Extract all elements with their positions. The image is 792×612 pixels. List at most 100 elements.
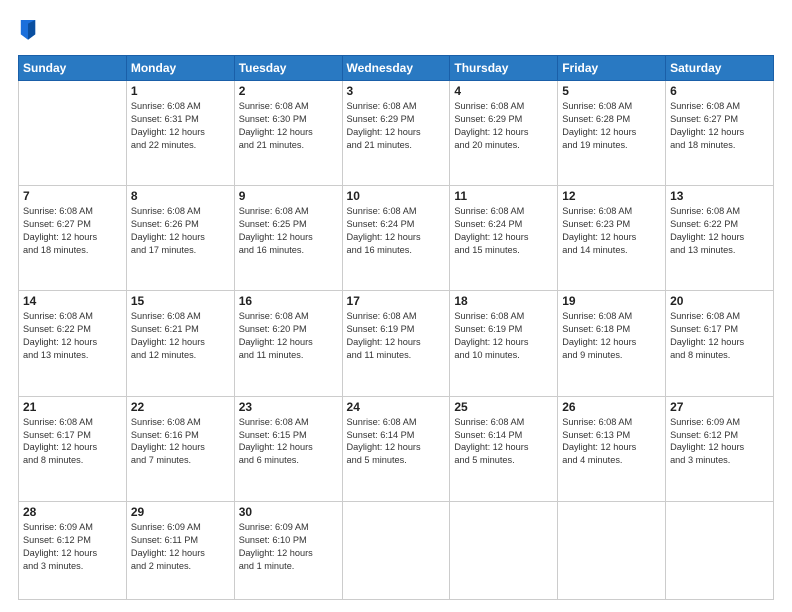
day-number: 23 <box>239 400 338 414</box>
calendar-cell: 13 Sunrise: 6:08 AMSunset: 6:22 PMDayligh… <box>666 186 774 291</box>
cell-info: Sunrise: 6:08 AMSunset: 6:17 PMDaylight:… <box>23 416 122 468</box>
cell-info: Sunrise: 6:09 AMSunset: 6:11 PMDaylight:… <box>131 521 230 573</box>
cell-info: Sunrise: 6:08 AMSunset: 6:20 PMDaylight:… <box>239 310 338 362</box>
cell-info: Sunrise: 6:08 AMSunset: 6:15 PMDaylight:… <box>239 416 338 468</box>
calendar-week-3: 14Sunrise: 6:08 AMSunset: 6:22 PMDayligh… <box>19 291 774 396</box>
calendar-cell: 21 Sunrise: 6:08 AMSunset: 6:17 PMDayligh… <box>19 396 127 501</box>
day-header-wednesday: Wednesday <box>342 56 450 81</box>
day-number: 2 <box>239 84 338 98</box>
calendar-cell: 24Sunrise: 6:08 AMSunset: 6:14 PMDayligh… <box>342 396 450 501</box>
day-number: 21 <box>23 400 122 414</box>
logo <box>18 18 39 45</box>
calendar-cell: 26 Sunrise: 6:08 AMSunset: 6:13 PMDayligh… <box>558 396 666 501</box>
calendar-cell <box>450 501 558 599</box>
day-number: 19 <box>562 294 661 308</box>
calendar-cell: 20 Sunrise: 6:08 AMSunset: 6:17 PMDayligh… <box>666 291 774 396</box>
cell-info: Sunrise: 6:08 AMSunset: 6:27 PMDaylight:… <box>23 205 122 257</box>
calendar-cell <box>666 501 774 599</box>
calendar-cell: 7 Sunrise: 6:08 AMSunset: 6:27 PMDaylight… <box>19 186 127 291</box>
day-number: 10 <box>347 189 446 203</box>
cell-info: Sunrise: 6:08 AMSunset: 6:19 PMDaylight:… <box>454 310 553 362</box>
day-number: 28 <box>23 505 122 519</box>
cell-info: Sunrise: 6:08 AMSunset: 6:24 PMDaylight:… <box>454 205 553 257</box>
cell-info: Sunrise: 6:08 AMSunset: 6:13 PMDaylight:… <box>562 416 661 468</box>
cell-info: Sunrise: 6:08 AMSunset: 6:25 PMDaylight:… <box>239 205 338 257</box>
calendar-cell: 6Sunrise: 6:08 AMSunset: 6:27 PMDaylight… <box>666 81 774 186</box>
cell-info: Sunrise: 6:09 AMSunset: 6:12 PMDaylight:… <box>23 521 122 573</box>
calendar-cell: 4 Sunrise: 6:08 AMSunset: 6:29 PMDaylight… <box>450 81 558 186</box>
calendar-cell: 23 Sunrise: 6:08 AMSunset: 6:15 PMDayligh… <box>234 396 342 501</box>
cell-info: Sunrise: 6:08 AMSunset: 6:29 PMDaylight:… <box>454 100 553 152</box>
calendar-cell: 10 Sunrise: 6:08 AMSunset: 6:24 PMDayligh… <box>342 186 450 291</box>
calendar-cell: 17 Sunrise: 6:08 AMSunset: 6:19 PMDayligh… <box>342 291 450 396</box>
cell-info: Sunrise: 6:08 AMSunset: 6:17 PMDaylight:… <box>670 310 769 362</box>
calendar-cell <box>19 81 127 186</box>
day-number: 27 <box>670 400 769 414</box>
day-header-tuesday: Tuesday <box>234 56 342 81</box>
calendar-cell <box>558 501 666 599</box>
cell-info: Sunrise: 6:08 AMSunset: 6:24 PMDaylight:… <box>347 205 446 257</box>
day-number: 1 <box>131 84 230 98</box>
calendar-header-row: SundayMondayTuesdayWednesdayThursdayFrid… <box>19 56 774 81</box>
cell-info: Sunrise: 6:08 AMSunset: 6:30 PMDaylight:… <box>239 100 338 152</box>
day-number: 22 <box>131 400 230 414</box>
cell-info: Sunrise: 6:08 AMSunset: 6:26 PMDaylight:… <box>131 205 230 257</box>
calendar-cell <box>342 501 450 599</box>
day-number: 13 <box>670 189 769 203</box>
calendar-cell: 3 Sunrise: 6:08 AMSunset: 6:29 PMDaylight… <box>342 81 450 186</box>
day-number: 7 <box>23 189 122 203</box>
calendar-week-4: 21 Sunrise: 6:08 AMSunset: 6:17 PMDayligh… <box>19 396 774 501</box>
day-header-thursday: Thursday <box>450 56 558 81</box>
calendar-cell: 28 Sunrise: 6:09 AMSunset: 6:12 PMDayligh… <box>19 501 127 599</box>
day-number: 18 <box>454 294 553 308</box>
day-number: 30 <box>239 505 338 519</box>
cell-info: Sunrise: 6:08 AMSunset: 6:19 PMDaylight:… <box>347 310 446 362</box>
calendar-cell: 19Sunrise: 6:08 AMSunset: 6:18 PMDayligh… <box>558 291 666 396</box>
calendar-cell: 8 Sunrise: 6:08 AMSunset: 6:26 PMDaylight… <box>126 186 234 291</box>
logo-icon <box>19 18 37 40</box>
cell-info: Sunrise: 6:08 AMSunset: 6:14 PMDaylight:… <box>454 416 553 468</box>
calendar-cell: 9 Sunrise: 6:08 AMSunset: 6:25 PMDaylight… <box>234 186 342 291</box>
cell-info: Sunrise: 6:08 AMSunset: 6:23 PMDaylight:… <box>562 205 661 257</box>
calendar-cell: 2 Sunrise: 6:08 AMSunset: 6:30 PMDaylight… <box>234 81 342 186</box>
calendar-week-5: 28 Sunrise: 6:09 AMSunset: 6:12 PMDayligh… <box>19 501 774 599</box>
calendar-cell: 1Sunrise: 6:08 AMSunset: 6:31 PMDaylight… <box>126 81 234 186</box>
day-number: 29 <box>131 505 230 519</box>
calendar-week-1: 1Sunrise: 6:08 AMSunset: 6:31 PMDaylight… <box>19 81 774 186</box>
day-number: 17 <box>347 294 446 308</box>
day-header-sunday: Sunday <box>19 56 127 81</box>
day-number: 26 <box>562 400 661 414</box>
day-header-friday: Friday <box>558 56 666 81</box>
day-number: 11 <box>454 189 553 203</box>
cell-info: Sunrise: 6:09 AMSunset: 6:10 PMDaylight:… <box>239 521 338 573</box>
cell-info: Sunrise: 6:08 AMSunset: 6:21 PMDaylight:… <box>131 310 230 362</box>
cell-info: Sunrise: 6:08 AMSunset: 6:22 PMDaylight:… <box>670 205 769 257</box>
cell-info: Sunrise: 6:08 AMSunset: 6:29 PMDaylight:… <box>347 100 446 152</box>
day-header-monday: Monday <box>126 56 234 81</box>
day-number: 3 <box>347 84 446 98</box>
day-number: 4 <box>454 84 553 98</box>
calendar-cell: 12Sunrise: 6:08 AMSunset: 6:23 PMDayligh… <box>558 186 666 291</box>
day-number: 9 <box>239 189 338 203</box>
calendar-week-2: 7 Sunrise: 6:08 AMSunset: 6:27 PMDaylight… <box>19 186 774 291</box>
calendar-cell: 14Sunrise: 6:08 AMSunset: 6:22 PMDayligh… <box>19 291 127 396</box>
cell-info: Sunrise: 6:08 AMSunset: 6:27 PMDaylight:… <box>670 100 769 152</box>
day-number: 8 <box>131 189 230 203</box>
calendar-cell: 27 Sunrise: 6:09 AMSunset: 6:12 PMDayligh… <box>666 396 774 501</box>
calendar-cell: 30 Sunrise: 6:09 AMSunset: 6:10 PMDayligh… <box>234 501 342 599</box>
day-number: 16 <box>239 294 338 308</box>
day-number: 5 <box>562 84 661 98</box>
calendar-cell: 16 Sunrise: 6:08 AMSunset: 6:20 PMDayligh… <box>234 291 342 396</box>
day-number: 20 <box>670 294 769 308</box>
cell-info: Sunrise: 6:08 AMSunset: 6:28 PMDaylight:… <box>562 100 661 152</box>
calendar-cell: 11 Sunrise: 6:08 AMSunset: 6:24 PMDayligh… <box>450 186 558 291</box>
calendar-table: SundayMondayTuesdayWednesdayThursdayFrid… <box>18 55 774 600</box>
calendar-cell: 22 Sunrise: 6:08 AMSunset: 6:16 PMDayligh… <box>126 396 234 501</box>
cell-info: Sunrise: 6:09 AMSunset: 6:12 PMDaylight:… <box>670 416 769 468</box>
cell-info: Sunrise: 6:08 AMSunset: 6:14 PMDaylight:… <box>347 416 446 468</box>
cell-info: Sunrise: 6:08 AMSunset: 6:22 PMDaylight:… <box>23 310 122 362</box>
day-number: 25 <box>454 400 553 414</box>
calendar-cell: 18 Sunrise: 6:08 AMSunset: 6:19 PMDayligh… <box>450 291 558 396</box>
calendar-cell: 29 Sunrise: 6:09 AMSunset: 6:11 PMDayligh… <box>126 501 234 599</box>
cell-info: Sunrise: 6:08 AMSunset: 6:16 PMDaylight:… <box>131 416 230 468</box>
